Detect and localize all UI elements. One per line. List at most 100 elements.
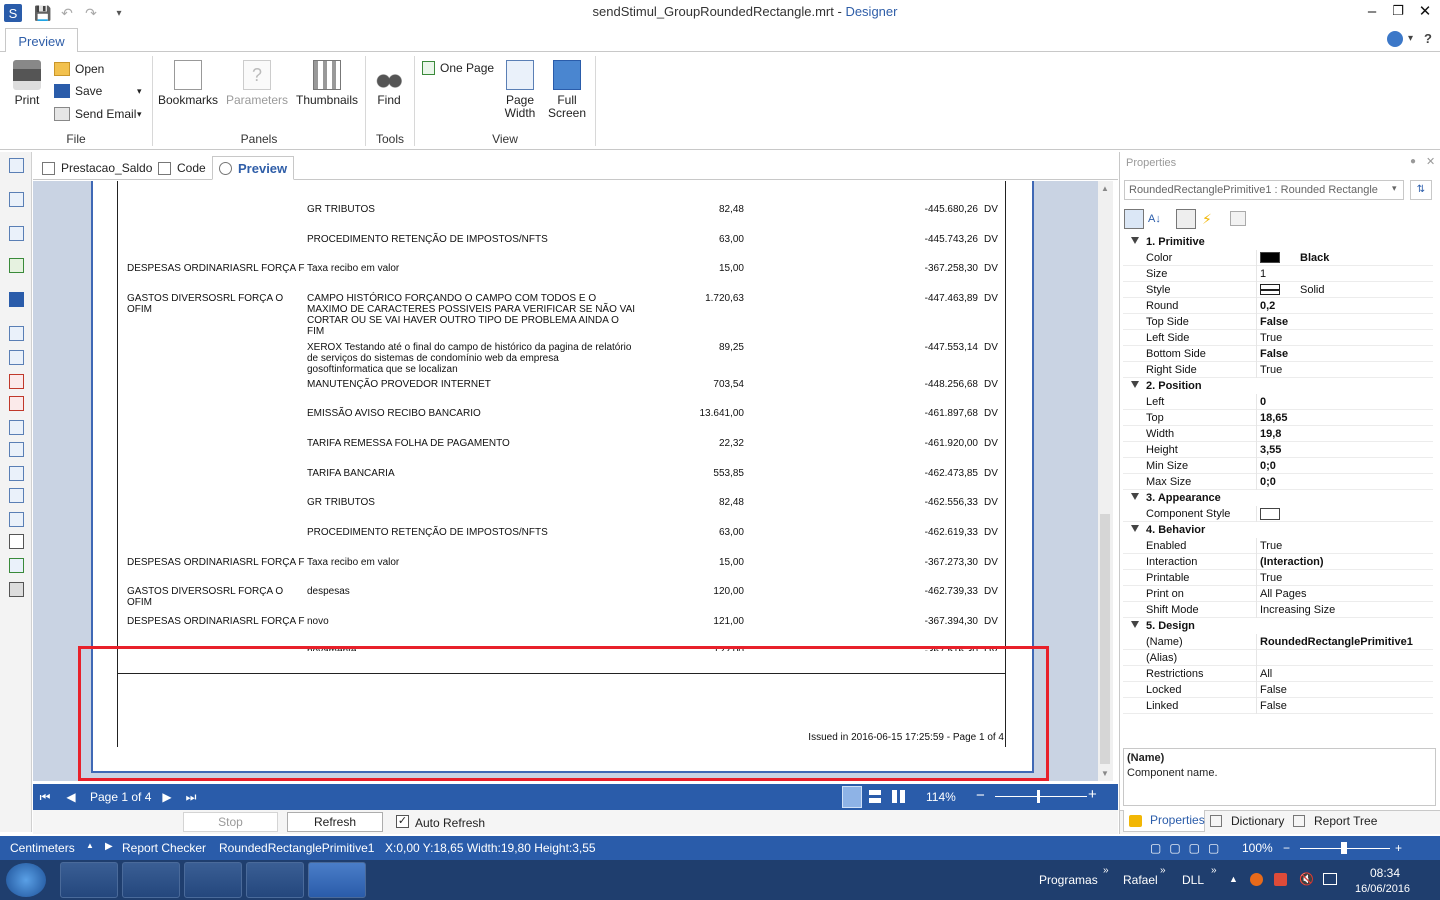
tray-app-icon[interactable] [1274,873,1287,886]
property-value[interactable]: 0;0 [1260,476,1276,488]
component-selector[interactable]: RoundedRectanglePrimitive1 : Rounded Rec… [1124,180,1404,200]
property-row[interactable]: Component Style [1123,506,1433,522]
categorized-view-icon[interactable] [1124,209,1144,229]
stimulsoft-taskbar-icon[interactable] [308,862,366,898]
tab-prestacao-saldo[interactable]: Prestacao_Saldo [36,156,158,180]
first-page-icon[interactable]: ⏮ [37,788,53,806]
property-value[interactable]: True [1260,572,1282,584]
tab-report-tree[interactable]: Report Tree [1314,814,1377,828]
property-row[interactable]: Style Solid [1123,282,1433,298]
stop-button[interactable]: Stop [183,812,278,832]
start-button[interactable] [6,863,46,897]
globe-icon[interactable] [1387,31,1403,47]
collapse-triangle-icon[interactable] [1131,493,1139,500]
volume-muted-icon[interactable]: 🔇 [1299,872,1314,886]
property-row[interactable]: Width 19,8 [1123,426,1433,442]
property-category[interactable]: 2. Position [1123,378,1433,394]
close-button[interactable]: ✕ [1410,0,1440,22]
property-row[interactable]: Restrictions All [1123,666,1433,682]
component-style-box[interactable] [1260,508,1280,520]
help-icon[interactable]: ? [1424,31,1432,46]
toolbox-rectangle-icon[interactable] [9,534,24,549]
page-width-button[interactable]: Page Width [503,60,537,120]
clock-time[interactable]: 08:34 [1370,866,1400,880]
full-screen-button[interactable]: Full Screen [548,60,586,120]
property-value[interactable]: False [1260,316,1288,328]
clock-date[interactable]: 16/06/2016 [1355,883,1410,895]
property-value[interactable]: 19,8 [1260,428,1281,440]
property-value[interactable]: False [1260,700,1287,712]
property-value[interactable]: (Interaction) [1260,556,1324,568]
status-view-icons[interactable]: ▢▢▢▢ [1150,841,1227,855]
tab-dictionary[interactable]: Dictionary [1231,814,1284,828]
property-row[interactable]: Max Size 0;0 [1123,474,1433,490]
one-page-button[interactable]: One Page [422,61,494,75]
preview-scrollbar[interactable]: ▲ ▼ [1098,181,1113,781]
prev-page-icon[interactable]: ◀ [63,788,79,806]
visual-studio-taskbar-icon[interactable] [122,862,180,898]
send-email-dropdown-icon[interactable]: ▾ [137,109,142,120]
property-row[interactable]: Color Black [1123,250,1433,266]
property-row[interactable]: Printable True [1123,570,1433,586]
save-dropdown-icon[interactable]: ▾ [137,86,142,97]
property-row[interactable]: Locked False [1123,682,1433,698]
property-category[interactable]: 3. Appearance [1123,490,1433,506]
property-value[interactable]: All [1260,668,1272,680]
parameters-button[interactable]: ? Parameters [226,60,288,107]
thumbnails-button[interactable]: Thumbnails [296,60,358,107]
taskbar-chevron-icon[interactable]: » [1103,865,1109,876]
status-zoom-thumb[interactable] [1341,842,1347,854]
zoom-slider-track[interactable] [995,796,1087,797]
property-row[interactable]: Shift Mode Increasing Size [1123,602,1433,618]
property-value[interactable]: Black [1300,252,1329,264]
units-dropdown-icon[interactable]: ▲ [86,841,94,850]
property-row[interactable]: Size 1 [1123,266,1433,282]
property-value[interactable]: 3,55 [1260,444,1281,456]
tray-firefox-icon[interactable] [1250,873,1263,886]
toolbox-panel-icon[interactable] [9,420,24,435]
chrome-taskbar-icon[interactable] [184,862,242,898]
property-pages-icon[interactable] [1230,211,1246,226]
taskbar-chevron-icon[interactable]: » [1160,865,1166,876]
status-zoom-out-icon[interactable]: − [1283,841,1290,855]
property-row[interactable]: (Name) RoundedRectanglePrimitive1 [1123,634,1433,650]
zoom-out-icon[interactable]: − [976,787,985,804]
auto-refresh-checkbox[interactable]: ✓ [396,815,409,828]
find-button[interactable]: Find [372,60,406,107]
events-icon[interactable]: ⚡ [1202,209,1216,229]
property-value[interactable]: True [1260,364,1282,376]
tab-code[interactable]: Code [152,156,212,180]
property-category[interactable]: 4. Behavior [1123,522,1433,538]
properties-view-icon[interactable] [1176,209,1196,229]
tray-expand-icon[interactable]: ▲ [1229,874,1238,884]
property-row[interactable]: Top Side False [1123,314,1433,330]
collapse-triangle-icon[interactable] [1131,525,1139,532]
collapse-triangle-icon[interactable] [1131,237,1139,244]
toolbox-settings-icon[interactable] [9,582,24,597]
property-row[interactable]: Round 0,2 [1123,298,1433,314]
toolbox-text-in-cells-icon[interactable] [9,396,24,411]
toolbox-clone-icon[interactable] [9,442,24,457]
property-value[interactable]: 0;0 [1260,460,1276,472]
property-value[interactable]: False [1260,684,1287,696]
property-value[interactable]: True [1260,332,1282,344]
property-value[interactable]: Increasing Size [1260,604,1335,616]
maximize-button[interactable]: ❐ [1383,0,1413,22]
property-row[interactable]: Top 18,65 [1123,410,1433,426]
scroll-up-icon[interactable]: ▲ [1101,184,1109,193]
property-row[interactable]: Print on All Pages [1123,586,1433,602]
last-page-icon[interactable]: ⏭ [183,788,199,806]
property-value[interactable]: 0 [1260,396,1266,408]
bookmarks-button[interactable]: Bookmarks [158,60,218,107]
property-row[interactable]: Left Side True [1123,330,1433,346]
property-value[interactable]: True [1260,540,1282,552]
zoom-slider-thumb[interactable] [1037,790,1040,803]
toolbox-component-icon[interactable] [9,292,24,307]
component-selector-chevron-icon[interactable]: ▾ [1392,183,1397,194]
property-value[interactable]: All Pages [1260,588,1306,600]
property-value[interactable]: 0,2 [1260,300,1275,312]
property-category[interactable]: 5. Design [1123,618,1433,634]
scroll-thumb[interactable] [1100,514,1110,764]
toolbox-band-icon[interactable] [9,192,24,207]
taskbar-dll-toolbar[interactable]: DLL [1182,873,1204,887]
